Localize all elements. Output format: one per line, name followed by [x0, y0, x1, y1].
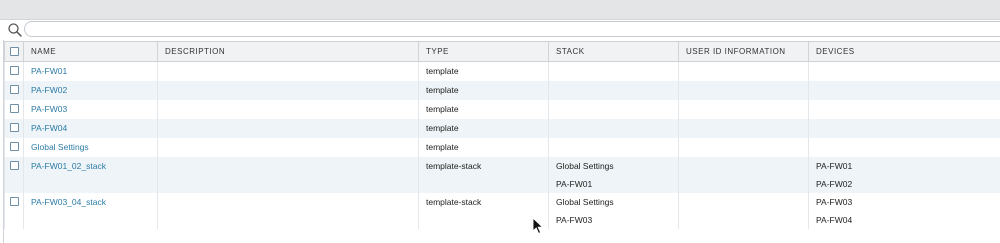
column-header-stack[interactable]: STACK: [548, 41, 679, 62]
row-checkbox[interactable]: [9, 161, 19, 170]
device-entry: PA-FW03: [816, 197, 853, 207]
mouse-cursor-icon: [532, 217, 544, 234]
type-cell: template: [418, 119, 549, 138]
table-row[interactable]: PA-FW03 template: [4, 100, 1000, 119]
stack-entry: Global Settings: [556, 161, 614, 171]
user-id-cell: [678, 100, 809, 119]
column-header-user-id-information[interactable]: USER ID INFORMATION: [678, 41, 809, 62]
row-select-cell: [4, 138, 24, 157]
row-checkbox[interactable]: [9, 104, 19, 113]
row-checkbox[interactable]: [9, 66, 19, 75]
user-id-cell: [678, 81, 809, 100]
user-id-cell: [678, 157, 809, 193]
stack-entry: Global Settings: [556, 197, 614, 207]
description-cell: [157, 81, 419, 100]
table-header-row: NAME DESCRIPTION TYPE STACK USER ID INFO…: [4, 41, 1000, 62]
devices-cell: PA-FW01 PA-FW02: [808, 157, 1000, 193]
devices-cell: [808, 61, 1000, 81]
template-name-link[interactable]: PA-FW03: [31, 104, 67, 114]
user-id-cell: [678, 138, 809, 157]
row-select-cell: [4, 100, 24, 119]
description-cell: [157, 157, 419, 193]
type-cell: template-stack: [418, 193, 549, 229]
column-header-devices[interactable]: DEVICES: [808, 41, 1000, 62]
template-name-link[interactable]: PA-FW01: [31, 66, 67, 76]
name-cell: PA-FW02: [23, 81, 158, 100]
row-checkbox[interactable]: [9, 123, 19, 132]
template-name-link[interactable]: PA-FW04: [31, 123, 67, 133]
user-id-cell: [678, 119, 809, 138]
table-row[interactable]: PA-FW04 template: [4, 119, 1000, 138]
devices-cell: PA-FW03 PA-FW04: [808, 193, 1000, 229]
template-stack-name-link[interactable]: PA-FW01_02_stack: [31, 161, 106, 171]
column-header-type[interactable]: TYPE: [418, 41, 549, 62]
name-cell: PA-FW01: [23, 61, 158, 81]
stack-cell: [548, 100, 679, 119]
select-all-checkbox[interactable]: [9, 47, 19, 57]
template-stack-name-link[interactable]: PA-FW03_04_stack: [31, 197, 106, 207]
search-bar: [0, 20, 1000, 40]
stack-entry: PA-FW03: [556, 215, 593, 225]
type-cell: template: [418, 61, 549, 81]
stack-cell: [548, 119, 679, 138]
template-name-link[interactable]: PA-FW02: [31, 85, 67, 95]
description-cell: [157, 61, 419, 81]
stack-cell: [548, 81, 679, 100]
stack-cell: [548, 61, 679, 81]
device-entry: PA-FW01: [816, 161, 853, 171]
devices-cell: [808, 81, 1000, 100]
stack-cell: [548, 138, 679, 157]
description-cell: [157, 100, 419, 119]
name-cell: PA-FW01_02_stack: [23, 157, 158, 193]
row-select-cell: [4, 157, 24, 193]
column-header-description[interactable]: DESCRIPTION: [157, 41, 419, 62]
user-id-cell: [678, 193, 809, 229]
type-cell: template: [418, 138, 549, 157]
row-select-cell: [4, 193, 24, 229]
name-cell: PA-FW04: [23, 119, 158, 138]
search-input[interactable]: [24, 21, 1000, 37]
name-cell: Global Settings: [23, 138, 158, 157]
description-cell: [157, 193, 419, 229]
device-entry: PA-FW04: [816, 215, 853, 225]
type-cell: template: [418, 81, 549, 100]
description-cell: [157, 119, 419, 138]
row-checkbox[interactable]: [9, 197, 19, 206]
stack-entry: PA-FW01: [556, 179, 593, 189]
select-all-header: [4, 41, 24, 62]
row-select-cell: [4, 119, 24, 138]
top-toolbar: [0, 0, 1000, 20]
row-select-cell: [4, 81, 24, 100]
type-cell: template: [418, 100, 549, 119]
type-cell: template-stack: [418, 157, 549, 193]
table-row[interactable]: PA-FW01_02_stack template-stack Global S…: [4, 157, 1000, 193]
template-name-link[interactable]: Global Settings: [31, 142, 89, 152]
stack-cell: Global Settings PA-FW01: [548, 157, 679, 193]
description-cell: [157, 138, 419, 157]
row-checkbox[interactable]: [9, 85, 19, 94]
user-id-cell: [678, 61, 809, 81]
row-select-cell: [4, 61, 24, 81]
stack-cell: Global Settings PA-FW03: [548, 193, 679, 229]
table-row[interactable]: PA-FW01 template: [4, 61, 1000, 81]
table-row[interactable]: PA-FW02 template: [4, 81, 1000, 100]
devices-cell: [808, 138, 1000, 157]
search-icon[interactable]: [7, 22, 23, 38]
table-row[interactable]: Global Settings template: [4, 138, 1000, 157]
templates-table: NAME DESCRIPTION TYPE STACK USER ID INFO…: [4, 41, 1000, 229]
row-checkbox[interactable]: [9, 142, 19, 151]
column-header-name[interactable]: NAME: [23, 41, 158, 62]
name-cell: PA-FW03_04_stack: [23, 193, 158, 229]
name-cell: PA-FW03: [23, 100, 158, 119]
table-row[interactable]: PA-FW03_04_stack template-stack Global S…: [4, 193, 1000, 229]
devices-cell: [808, 100, 1000, 119]
devices-cell: [808, 119, 1000, 138]
device-entry: PA-FW02: [816, 179, 853, 189]
